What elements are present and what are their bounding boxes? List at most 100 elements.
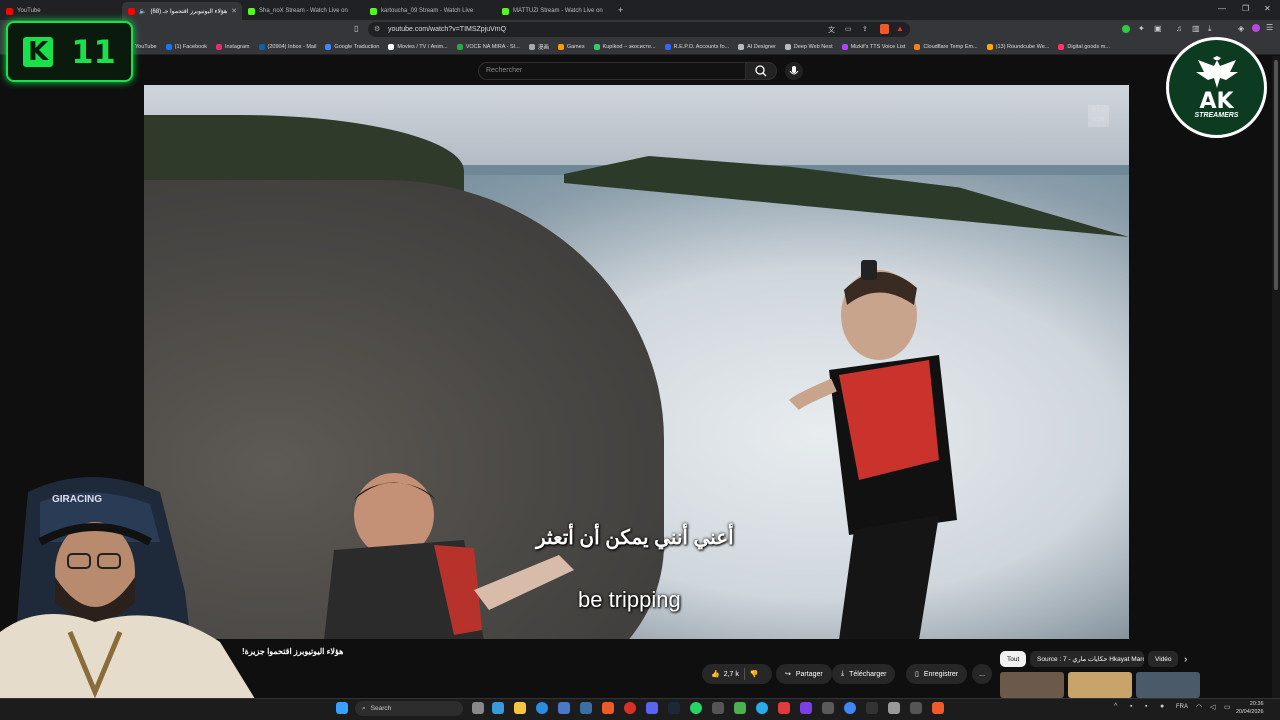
- edge-icon[interactable]: [536, 702, 548, 714]
- whatsapp-icon[interactable]: [690, 702, 702, 714]
- video-thumbnail[interactable]: [1000, 672, 1064, 698]
- app-icon[interactable]: [734, 702, 746, 714]
- video-thumbnail[interactable]: [1136, 672, 1200, 698]
- bookmark-digital-goods[interactable]: Digital goods m...: [1058, 43, 1110, 50]
- page-scrollbar[interactable]: [1272, 56, 1280, 698]
- steam-icon[interactable]: [668, 702, 680, 714]
- video-thumbnail[interactable]: [1068, 672, 1132, 698]
- bookmark-games[interactable]: Games: [557, 43, 585, 50]
- app-icon[interactable]: [624, 702, 636, 714]
- tab-kick-kartoucha[interactable]: kartoucha_09 Stream - Watch Live: [364, 2, 496, 20]
- bookmark-ai-designer[interactable]: AI Designer: [738, 43, 776, 50]
- wallet-icon[interactable]: ▣: [1154, 24, 1162, 33]
- app-icon[interactable]: [778, 702, 790, 714]
- app-icon[interactable]: [888, 702, 900, 714]
- close-tab-icon[interactable]: ✕: [231, 7, 237, 15]
- chip-all[interactable]: Tout: [1000, 651, 1027, 667]
- tab-kick-shanox[interactable]: Sha_noX Stream - Watch Live on: [242, 2, 364, 20]
- brave-rewards-icon[interactable]: ▲: [896, 24, 904, 33]
- minimize-icon[interactable]: —: [1218, 4, 1226, 13]
- youtube-favicon-icon: [128, 7, 135, 15]
- search-input[interactable]: Rechercher: [478, 62, 746, 80]
- bookmark-kupikod[interactable]: Kupikod – экосисте...: [593, 43, 656, 50]
- volume-icon[interactable]: ◁: [1210, 703, 1215, 711]
- file-explorer-icon[interactable]: [514, 702, 526, 714]
- share-page-icon[interactable]: ⇪: [862, 25, 868, 33]
- tray-app-icon[interactable]: ▪: [1145, 703, 1147, 710]
- search-button[interactable]: [745, 62, 777, 80]
- bookmark-cloudflare[interactable]: Cloudflare Temp Em...: [914, 43, 978, 50]
- bookmark-icon[interactable]: ▯: [354, 24, 358, 33]
- more-actions-button[interactable]: ...: [972, 664, 992, 684]
- bookmark-roundcube[interactable]: (13) Roundcube We...: [986, 43, 1049, 50]
- brave-icon[interactable]: [602, 702, 614, 714]
- bookmark-youtube[interactable]: YouTube: [135, 44, 157, 50]
- bookmark-mail[interactable]: (20904) Inbox - Mail: [258, 43, 316, 50]
- brave-shield-icon[interactable]: [880, 24, 889, 34]
- tray-app-icon[interactable]: ▪: [1130, 703, 1132, 710]
- app-icon[interactable]: [800, 702, 812, 714]
- music-icon[interactable]: ♫: [1176, 24, 1182, 33]
- bookmark-deep-web-nest[interactable]: Deep Web Nest: [784, 43, 833, 50]
- bookmark-movies[interactable]: Movies / TV / Anim...: [388, 43, 448, 50]
- chrome-icon[interactable]: [844, 702, 856, 714]
- like-button[interactable]: 👍 2,7 k: [711, 670, 739, 679]
- extension-puzzle-icon[interactable]: ✦: [1138, 24, 1145, 33]
- bookmark-translate[interactable]: Google Traduction: [325, 43, 379, 50]
- share-button[interactable]: ↪ Partager: [776, 664, 832, 684]
- voice-search-button[interactable]: [785, 62, 803, 80]
- language-indicator[interactable]: FRA: [1176, 704, 1188, 710]
- brave-icon[interactable]: [932, 702, 944, 714]
- battery-icon[interactable]: ▭: [1224, 703, 1231, 711]
- url-text: youtube.com/watch?v=TIMSZpjuVmQ: [388, 26, 507, 33]
- taskbar-clock[interactable]: 20:36 20/04/2026: [1236, 700, 1264, 716]
- tab-youtube[interactable]: YouTube: [0, 2, 122, 20]
- address-bar-row: ▯ ⚙ youtube.com/watch?v=TIMSZpjuVmQ 文 ▭ …: [0, 20, 1280, 39]
- download-button[interactable]: ⤓ Télécharger: [832, 664, 896, 684]
- bookmark-manga[interactable]: 漫画: [528, 43, 549, 51]
- vpn-icon[interactable]: ◈: [1238, 24, 1244, 33]
- kick-favicon-icon: [370, 7, 377, 15]
- app-icon[interactable]: [866, 702, 878, 714]
- app-icon[interactable]: [712, 702, 724, 714]
- app-icon[interactable]: [910, 702, 922, 714]
- tab-active-video[interactable]: 🔈 هؤلاء اليوتيوبرز اقتحموا جـ (68) ✕: [122, 2, 242, 20]
- microphone-icon[interactable]: ●: [1160, 703, 1164, 710]
- thumbs-down-icon[interactable]: 👎: [750, 670, 759, 678]
- downloads-icon[interactable]: ⤓: [1208, 24, 1212, 34]
- bookmark-mizkif[interactable]: Mizkif's TTS Voice List: [841, 43, 905, 50]
- start-icon[interactable]: [336, 702, 348, 714]
- store-icon[interactable]: [558, 702, 570, 714]
- task-view-icon[interactable]: [472, 702, 484, 714]
- menu-icon[interactable]: ☰: [1266, 23, 1273, 32]
- app-icon[interactable]: [580, 702, 592, 714]
- video-player[interactable]: RTX VSR أعني أنني يمكن أن أتعثر be tripp…: [144, 85, 1129, 639]
- tab-kick-mattuzi[interactable]: MATTUZI Stream - Watch Live on: [496, 2, 610, 20]
- save-button[interactable]: ▯ Enregistrer: [906, 664, 968, 684]
- sidebar-icon[interactable]: ▥: [1192, 24, 1200, 33]
- scrollbar-thumb[interactable]: [1274, 60, 1278, 290]
- chip-source[interactable]: Source : 7 - حكايات ماري Hkayat Maro: [1030, 651, 1144, 667]
- translate-icon[interactable]: 文: [828, 25, 835, 35]
- cast-icon[interactable]: ▭: [845, 25, 852, 33]
- widgets-icon[interactable]: [492, 702, 504, 714]
- maximize-icon[interactable]: ❐: [1242, 4, 1249, 13]
- close-window-icon[interactable]: ✕: [1264, 4, 1271, 13]
- new-tab-button[interactable]: +: [618, 5, 623, 15]
- bookmark-repo[interactable]: R.E.P.O. Accounts fo...: [664, 43, 729, 50]
- extension-icon[interactable]: [1122, 25, 1130, 33]
- discord-icon[interactable]: [646, 702, 658, 714]
- bookmark-facebook[interactable]: (1) Facebook: [165, 43, 207, 50]
- chevron-right-icon[interactable]: ›: [1184, 654, 1187, 665]
- wifi-icon[interactable]: ◠: [1196, 703, 1202, 711]
- chip-video[interactable]: Vidéo: [1148, 651, 1178, 667]
- app-icon[interactable]: [822, 702, 834, 714]
- site-info-icon[interactable]: ⚙: [374, 25, 380, 33]
- bookmark-instagram[interactable]: Instagram: [216, 43, 250, 50]
- taskbar-search[interactable]: ⌕ Search: [355, 701, 463, 716]
- ak-streamers-logo: AK STREAMERS: [1166, 37, 1267, 138]
- telegram-icon[interactable]: [756, 702, 768, 714]
- tray-overflow-icon[interactable]: ^: [1114, 703, 1117, 710]
- profile-icon[interactable]: [1252, 24, 1260, 32]
- bookmark-voce-na-mira[interactable]: VOCE NA MIRA - SI...: [456, 43, 520, 50]
